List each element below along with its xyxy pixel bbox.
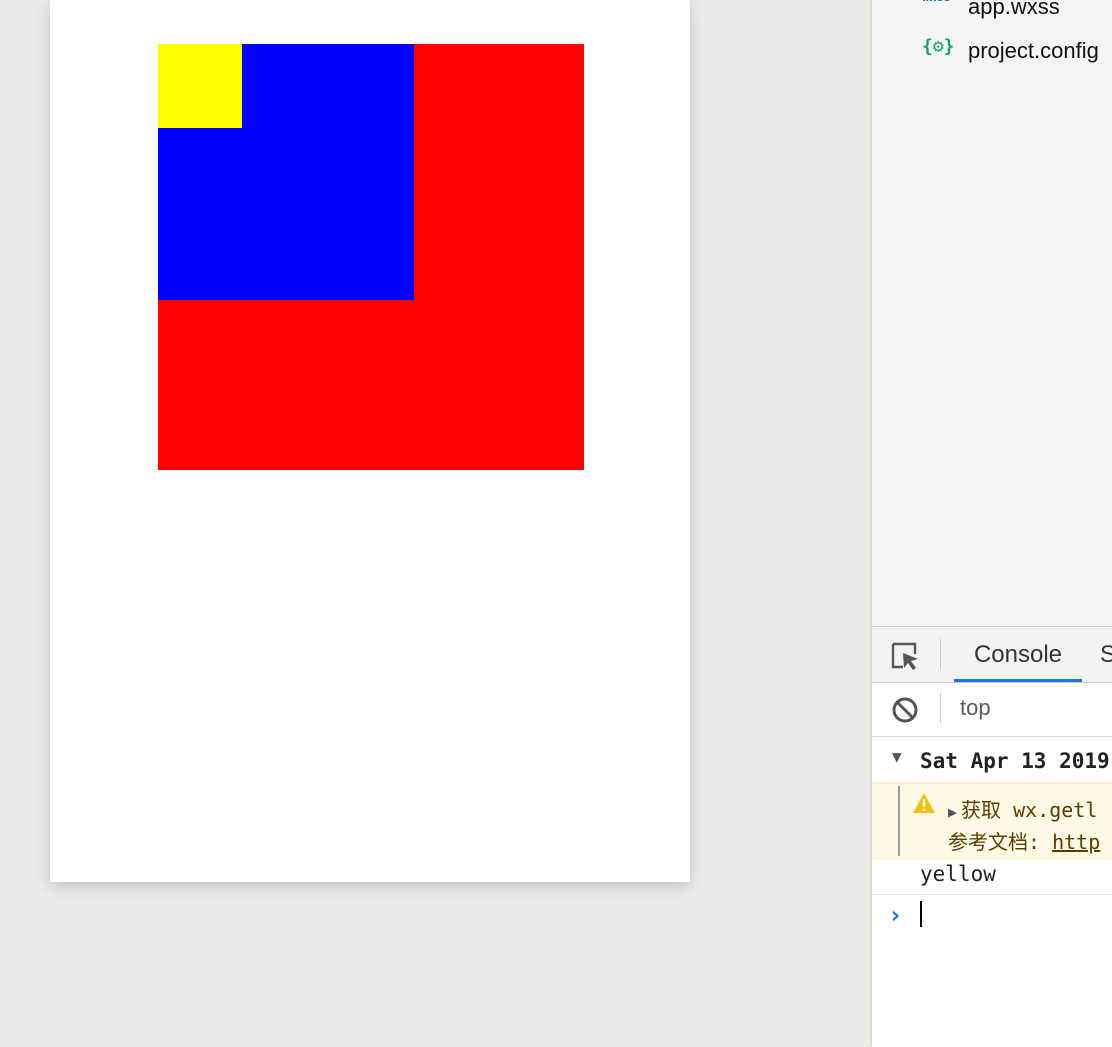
tab-console[interactable]: Console — [954, 627, 1082, 682]
triangle-down-icon[interactable]: ▼ — [892, 747, 902, 766]
simulator-page — [50, 0, 690, 882]
clear-console-icon[interactable] — [890, 695, 920, 725]
toolbar-separator — [940, 639, 941, 669]
yellow-box[interactable] — [158, 44, 242, 128]
console-log: yellow — [872, 858, 1112, 895]
context-selector[interactable]: top — [960, 695, 991, 721]
warning-reference: 参考文档: http — [948, 826, 1100, 855]
console-toolbar: top — [872, 683, 1112, 737]
devtools-panel: Console S top ▼ Sat Apr 13 2019 ▶获取 wx.g… — [872, 626, 1112, 1047]
prompt-chevron-icon: › — [888, 901, 903, 929]
toolbar-separator — [940, 693, 941, 723]
wxss-file-icon: wxss — [922, 0, 951, 4]
console-input[interactable]: › — [872, 895, 1112, 935]
console-warning: ▶ 获取 wx.getl 参考文档: http — [872, 783, 1112, 859]
tab-sources[interactable]: S — [1100, 627, 1112, 682]
reference-label: 参考文档: — [948, 830, 1041, 854]
console-group-header[interactable]: ▼ Sat Apr 13 2019 — [872, 737, 1112, 783]
file-tree-panel: wxss app.wxss {⚙} project.config — [872, 0, 1112, 626]
group-title: Sat Apr 13 2019 — [920, 749, 1110, 773]
inspect-element-icon[interactable] — [890, 641, 920, 671]
file-item-project-config[interactable]: {⚙} project.config — [872, 36, 1112, 78]
file-name: project.config — [968, 38, 1099, 63]
warning-icon — [912, 792, 936, 814]
log-message: yellow — [920, 862, 996, 886]
warning-text: 获取 wx.getl — [961, 798, 1098, 822]
triangle-right-icon[interactable]: ▶ — [948, 803, 957, 821]
devtools-tabbar: Console S — [872, 627, 1112, 683]
json-config-icon: {⚙} — [922, 36, 955, 57]
text-caret — [920, 901, 922, 927]
file-name: app.wxss — [968, 0, 1060, 19]
warning-message[interactable]: ▶ 获取 wx.getl — [948, 794, 1097, 823]
group-indent-bar — [898, 786, 900, 856]
file-item-app-wxss[interactable]: wxss app.wxss — [872, 0, 1112, 34]
reference-link[interactable]: http — [1052, 830, 1100, 854]
